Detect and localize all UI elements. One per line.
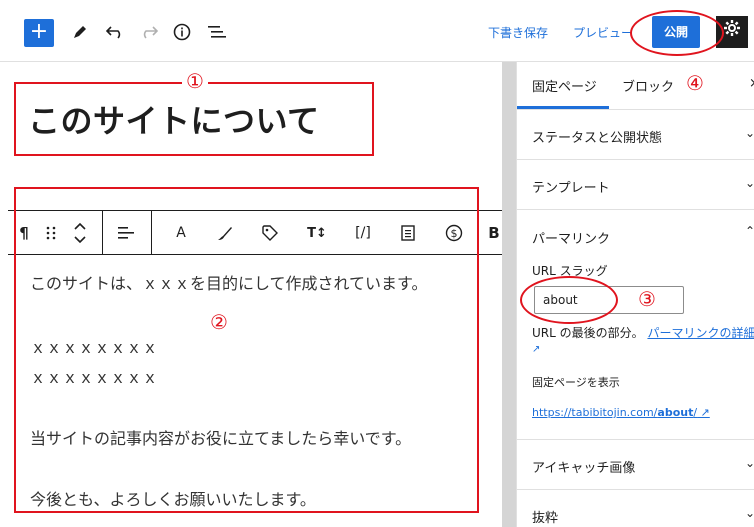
annotation-circle-publish — [630, 10, 724, 56]
panel-permalink: パーマリンク ⌃ URL スラッグ URL の最後の部分。 パーマリンクの詳細 … — [517, 210, 754, 440]
panel-permalink-label[interactable]: パーマリンク — [532, 228, 610, 247]
annotation-circle-slug — [520, 276, 618, 324]
list-view-icon[interactable] — [205, 20, 229, 44]
add-block-button[interactable]: + — [24, 19, 54, 47]
view-page-label: 固定ページを表示 — [532, 376, 620, 389]
pencil-icon[interactable] — [68, 20, 92, 44]
chevron-down-icon: ⌄ — [744, 506, 754, 520]
close-sidebar-icon[interactable]: × — [749, 76, 754, 91]
annotation-number-4: ④ — [686, 71, 704, 95]
annotation-number-1: ① — [182, 70, 208, 92]
tab-page[interactable]: 固定ページ — [532, 76, 597, 95]
annotation-number-3: ③ — [638, 287, 656, 311]
panel-template-label: テンプレート — [532, 181, 610, 196]
chevron-down-icon: ⌄ — [744, 456, 754, 470]
preview-button[interactable]: プレビュー — [573, 24, 633, 41]
tab-block[interactable]: ブロック — [622, 76, 674, 95]
external-link-icon: ↗ — [532, 344, 541, 355]
slug-help-text: URL の最後の部分。 パーマリンクの詳細 — [532, 326, 754, 340]
bold-button[interactable]: B — [486, 221, 502, 245]
panel-featured-image-label: アイキャッチ画像 — [532, 461, 636, 476]
redo-icon[interactable] — [137, 20, 161, 44]
panel-featured-image[interactable]: アイキャッチ画像 ⌄ — [517, 440, 754, 490]
chevron-up-icon[interactable]: ⌃ — [745, 224, 754, 238]
panel-status-label: ステータスと公開状態 — [532, 131, 663, 146]
panel-excerpt[interactable]: 抜粋 ⌄ — [517, 490, 754, 527]
page-url-link[interactable]: https://tabibitojin.com/about/ ↗ — [532, 406, 710, 419]
annotation-box-content — [14, 187, 479, 513]
annotation-box-title — [14, 82, 374, 156]
chevron-down-icon: ⌄ — [744, 176, 754, 190]
info-icon[interactable] — [170, 20, 194, 44]
save-draft-button[interactable]: 下書き保存 — [488, 24, 548, 41]
editor-scrollbar[interactable] — [502, 62, 516, 527]
undo-icon[interactable] — [103, 20, 127, 44]
chevron-down-icon: ⌄ — [744, 126, 754, 140]
panel-status[interactable]: ステータスと公開状態 ⌄ — [517, 110, 754, 160]
panel-template[interactable]: テンプレート ⌄ — [517, 160, 754, 210]
panel-excerpt-label: 抜粋 — [532, 511, 559, 526]
permalink-docs-link[interactable]: パーマリンクの詳細 — [647, 326, 754, 340]
annotation-number-2: ② — [210, 310, 228, 334]
